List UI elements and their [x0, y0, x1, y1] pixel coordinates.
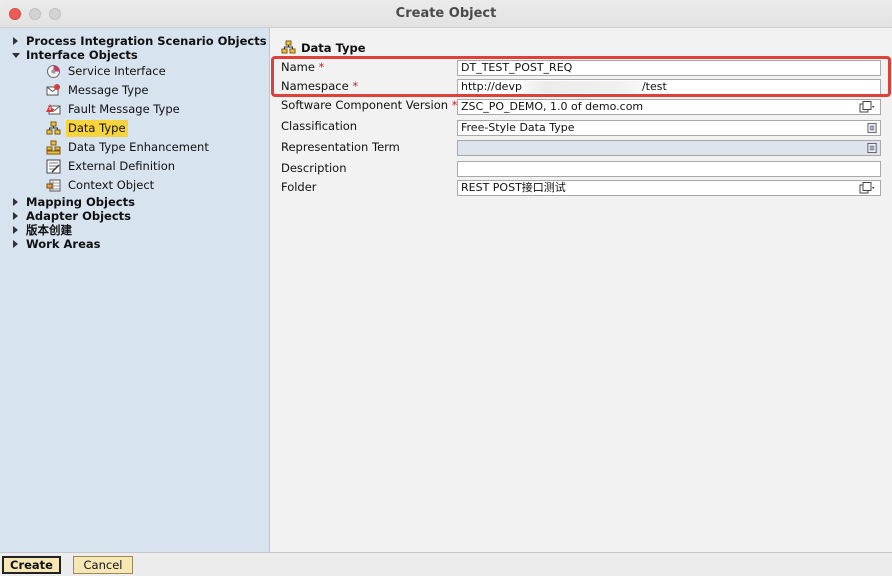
tree-item-label: Data Type: [66, 120, 128, 137]
field-label-text: Software Component Version: [281, 98, 449, 112]
expand-arrow-icon[interactable]: [13, 226, 18, 234]
software-component-version-value: ZSC_PO_DEMO, 1.0 of demo.com: [461, 100, 644, 113]
data-type-icon: [281, 40, 296, 54]
description-label: Description: [281, 160, 347, 176]
representation-term-label: Representation Term: [281, 139, 400, 155]
tree-item-label: Fault Message Type: [68, 102, 180, 116]
fault-message-type-icon: [46, 104, 61, 115]
value-help-icon[interactable]: [867, 142, 878, 154]
classification-select[interactable]: Free-Style Data Type: [457, 120, 881, 136]
folder-value: REST POST接口测试: [461, 181, 566, 194]
tree-item-label: Work Areas: [26, 237, 101, 251]
classification-value: Free-Style Data Type: [461, 121, 575, 134]
tree-item-label: Interface Objects: [26, 48, 138, 62]
service-interface-icon: [47, 65, 60, 78]
tree-item-label: Message Type: [68, 83, 149, 97]
collapse-arrow-icon[interactable]: [12, 53, 20, 58]
folder-label: Folder: [281, 179, 317, 195]
copy-dropdown-icon[interactable]: [856, 182, 878, 194]
representation-term-select[interactable]: [457, 140, 881, 156]
tree-item-label: External Definition: [68, 159, 176, 173]
form-header-title: Data Type: [301, 41, 366, 55]
data-type-icon: [46, 121, 61, 135]
software-component-version-select[interactable]: ZSC_PO_DEMO, 1.0 of demo.com: [457, 99, 881, 115]
tree-item-label: Context Object: [68, 178, 155, 192]
classification-label: Classification: [281, 118, 357, 134]
copy-dropdown-icon[interactable]: [856, 101, 878, 113]
software-component-version-label: Software Component Version *: [281, 97, 457, 113]
expand-arrow-icon[interactable]: [13, 212, 18, 220]
description-input[interactable]: [457, 161, 881, 177]
field-label-text: Folder: [281, 180, 317, 194]
tree-item-label: Data Type Enhancement: [68, 140, 209, 154]
external-definition-icon: [46, 159, 61, 174]
annotation-highlight-box: [271, 56, 891, 97]
create-button[interactable]: Create: [2, 556, 61, 574]
context-object-icon: [46, 179, 61, 192]
folder-select[interactable]: REST POST接口测试: [457, 180, 881, 196]
object-type-tree: Process Integration Scenario Objects Int…: [0, 28, 270, 552]
field-label-text: Description: [281, 161, 347, 175]
button-bar: Create Cancel: [0, 552, 892, 576]
value-help-icon[interactable]: [867, 122, 878, 134]
expand-arrow-icon[interactable]: [13, 37, 18, 45]
window-title: Create Object: [395, 6, 497, 21]
object-details-form: Data Type Name * DT_TEST_POST_REQ Namesp…: [271, 28, 892, 552]
cancel-button[interactable]: Cancel: [73, 556, 133, 574]
title-bar: Create Object: [0, 0, 892, 28]
expand-arrow-icon[interactable]: [13, 240, 18, 248]
field-label-text: Classification: [281, 119, 358, 133]
create-object-window: Create Object Process Integration Scenar…: [0, 0, 892, 576]
data-type-enhancement-icon: [46, 140, 61, 155]
message-type-icon: [46, 84, 60, 96]
expand-arrow-icon[interactable]: [13, 198, 18, 206]
tree-item-label: Service Interface: [68, 64, 166, 78]
field-label-text: Representation Term: [281, 140, 400, 154]
